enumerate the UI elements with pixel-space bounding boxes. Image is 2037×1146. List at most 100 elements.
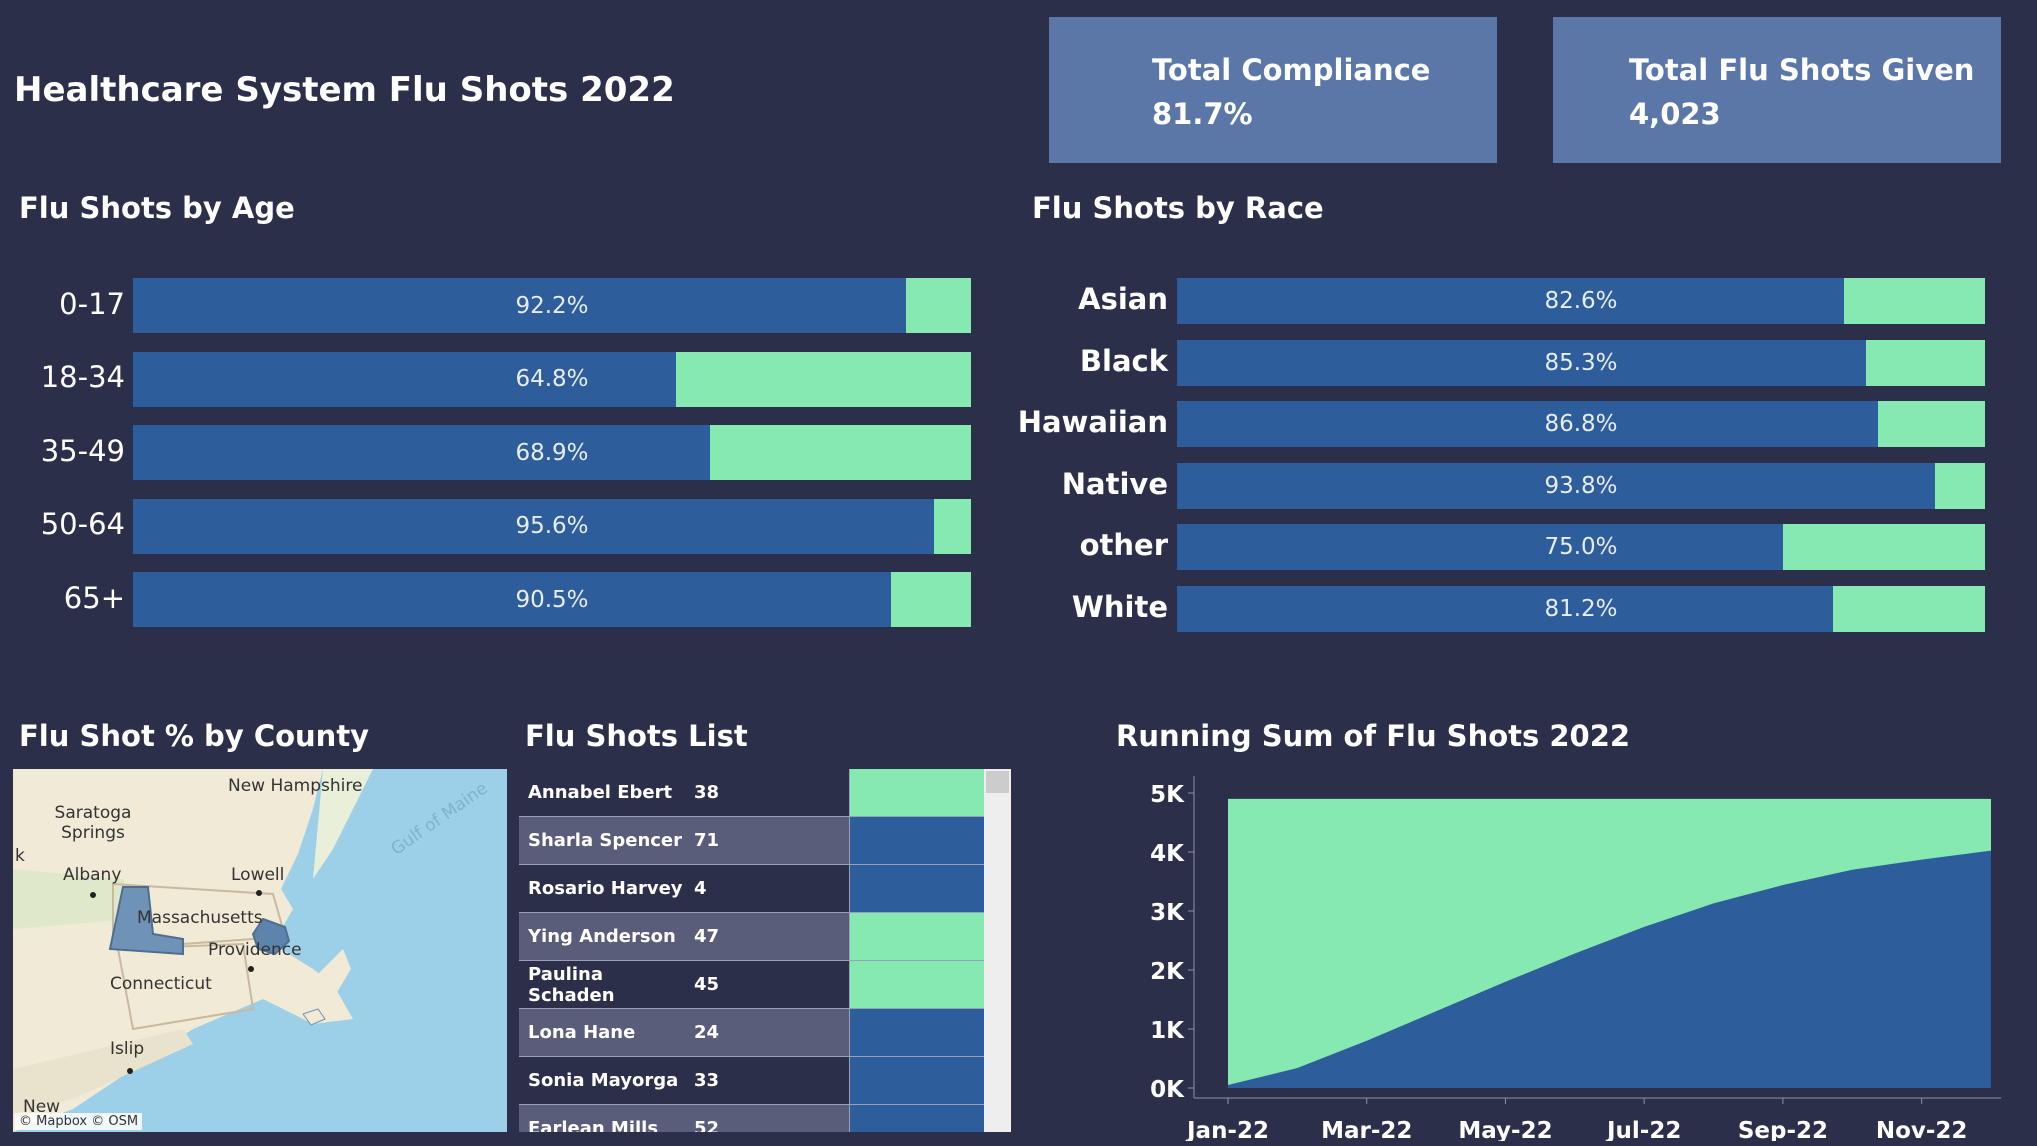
list-row[interactable]: Annabel Ebert 38: [519, 769, 984, 817]
map-label-massachusetts: Massachusetts: [137, 908, 263, 928]
kpi-compliance-value: 81.7%: [1152, 97, 1253, 131]
race_chart-bar-value: 85.3%: [1544, 349, 1618, 376]
list-row-name: Lona Hane: [519, 1009, 684, 1057]
kpi-total-label: Total Flu Shots Given: [1629, 53, 1975, 87]
page-title: Healthcare System Flu Shots 2022: [14, 70, 675, 110]
race-bar-chart: Asian 82.6% Black 85.3% Hawaiian 86.8% Native 9…: [1000, 278, 2000, 638]
area-chart-title: Running Sum of Flu Shots 2022: [1116, 719, 1631, 753]
list-row-status-cell: [850, 769, 984, 817]
race_chart-bar-value: 81.2%: [1544, 595, 1618, 622]
race_chart-label-native: Native: [1061, 466, 1168, 501]
age_chart-label-50-64: 50-64: [40, 507, 125, 541]
kpi-total-value: 4,023: [1629, 97, 1721, 131]
kpi-total-card[interactable]: Total Flu Shots Given 4,023: [1553, 17, 2001, 163]
race_chart-label-other: other: [1079, 528, 1168, 562]
list-row-status-cell: [850, 961, 984, 1009]
age_chart-bar[interactable]: 95.6%: [133, 498, 971, 554]
age_chart-bar-value: 90.5%: [515, 586, 589, 613]
race_chart-bar[interactable]: 85.3%: [1177, 339, 1985, 386]
list-row[interactable]: Sharla Spencer 71: [519, 817, 984, 865]
x-tick-label: Jan-22: [1185, 1118, 1269, 1141]
list-row-name: Ying Anderson: [519, 913, 684, 961]
age_chart-bar-value: 64.8%: [515, 366, 589, 392]
list-row-age: 45: [684, 961, 850, 1009]
list-row-age: 38: [684, 769, 850, 817]
list-row[interactable]: Paulina Schaden 45: [519, 961, 984, 1009]
race_chart-bar[interactable]: 81.2%: [1177, 585, 1985, 632]
race_chart-bar-value: 86.8%: [1544, 411, 1618, 437]
age_chart-bar[interactable]: 90.5%: [133, 572, 971, 627]
list-row-status-cell: [850, 1057, 984, 1105]
list-row-age: 24: [684, 1009, 850, 1057]
map-label-islip: Islip: [110, 1039, 145, 1059]
list-row[interactable]: Sonia Mayorga 33: [519, 1057, 984, 1105]
y-tick-label: 4K: [1150, 841, 1185, 867]
list-title: Flu Shots List: [525, 719, 748, 753]
county-map[interactable]: New Hampshire Saratoga Springs Albany Lo…: [13, 769, 507, 1132]
y-tick-label: 5K: [1150, 782, 1185, 808]
list-row[interactable]: Earlean Mills 52: [519, 1105, 984, 1132]
x-tick-label: Sep-22: [1738, 1118, 1828, 1141]
race_chart-bar-value: 82.6%: [1544, 288, 1618, 314]
list-row-age: 47: [684, 913, 850, 961]
race_chart-bar[interactable]: 86.8%: [1177, 401, 1985, 447]
race_chart-bar[interactable]: 75.0%: [1177, 524, 1985, 570]
age_chart-bar-value: 95.6%: [515, 513, 589, 539]
x-tick-label: Jul-22: [1605, 1118, 1681, 1141]
age_chart-bar-value: 92.2%: [515, 292, 589, 319]
race_chart-label-hawaiian: Hawaiian: [1017, 405, 1168, 439]
race-chart-title: Flu Shots by Race: [1032, 191, 1324, 225]
list-row-status-cell: [850, 817, 984, 865]
list-row-status-cell: [850, 865, 984, 913]
race_chart-label-black: Black: [1079, 343, 1168, 378]
race_chart-bar[interactable]: 82.6%: [1177, 278, 1985, 324]
age_chart-bar[interactable]: 68.9%: [133, 425, 971, 480]
race_chart-label-asian: Asian: [1078, 282, 1168, 316]
list-row-age: 52: [684, 1105, 850, 1132]
running-sum-area-chart: 0K 1K 2K 3K 4K 5K Jan-22 Mar-22 May-22 Jul-22 Sep-…: [1150, 776, 2001, 1141]
y-tick-label: 0K: [1150, 1077, 1185, 1103]
list-row-age: 4: [684, 865, 850, 913]
kpi-compliance-label: Total Compliance: [1152, 53, 1431, 87]
age-bar-chart: 0-17 92.2% 18-34 64.8% 35-49 68.9% 50-64 95.6% 6…: [0, 278, 975, 638]
age_chart-label-0-17: 0-17: [59, 286, 125, 321]
x-tick-label: May-22: [1458, 1118, 1552, 1141]
list-row-status-cell: [850, 1105, 984, 1132]
y-tick-label: 3K: [1150, 900, 1185, 926]
list-row[interactable]: Rosario Harvey 4: [519, 865, 984, 913]
race_chart-bar-value: 93.8%: [1544, 472, 1618, 499]
age_chart-label-65-: 65+: [63, 580, 125, 615]
list-row[interactable]: Ying Anderson 47: [519, 913, 984, 961]
list-row-name: Paulina Schaden: [519, 961, 684, 1009]
list-row[interactable]: Lona Hane 24: [519, 1009, 984, 1057]
age_chart-label-35-49: 35-49: [40, 433, 125, 468]
list-row-name: Rosario Harvey: [519, 865, 684, 913]
map-attribution[interactable]: © Mapbox © OSM: [15, 1113, 143, 1130]
x-tick-label: Nov-22: [1876, 1118, 1968, 1141]
map-label-new-hampshire: New Hampshire: [228, 776, 363, 796]
map-label-lowell: Lowell: [231, 865, 285, 885]
list-row-name: Sharla Spencer: [519, 817, 684, 865]
list-scrollbar[interactable]: [984, 769, 1011, 1132]
list-row-age: 71: [684, 817, 850, 865]
age_chart-bar[interactable]: 64.8%: [133, 351, 971, 407]
kpi-compliance-card[interactable]: Total Compliance 81.7%: [1049, 17, 1497, 163]
map-label-albany: Albany: [63, 865, 122, 885]
flu-shots-list[interactable]: Annabel Ebert 38 Sharla Spencer 71 Rosario H…: [519, 769, 1011, 1132]
list-scrollbar-thumb[interactable]: [986, 771, 1009, 793]
list-row-status-cell: [850, 1009, 984, 1057]
race_chart-label-white: White: [1071, 589, 1168, 624]
race_chart-bar[interactable]: 93.8%: [1177, 462, 1985, 509]
y-tick-label: 2K: [1150, 959, 1185, 985]
map-label-connecticut: Connecticut: [110, 974, 212, 994]
list-row-age: 33: [684, 1057, 850, 1105]
list-row-name: Sonia Mayorga: [519, 1057, 684, 1105]
age-chart-title: Flu Shots by Age: [19, 191, 295, 225]
map-title: Flu Shot % by County: [19, 719, 370, 753]
age_chart-bar[interactable]: 92.2%: [133, 278, 971, 333]
age_chart-label-18-34: 18-34: [40, 360, 125, 394]
age_chart-bar-value: 68.9%: [515, 439, 589, 466]
x-tick-label: Mar-22: [1321, 1118, 1412, 1141]
map-label-k: k: [15, 846, 25, 866]
list-row-status-cell: [850, 913, 984, 961]
